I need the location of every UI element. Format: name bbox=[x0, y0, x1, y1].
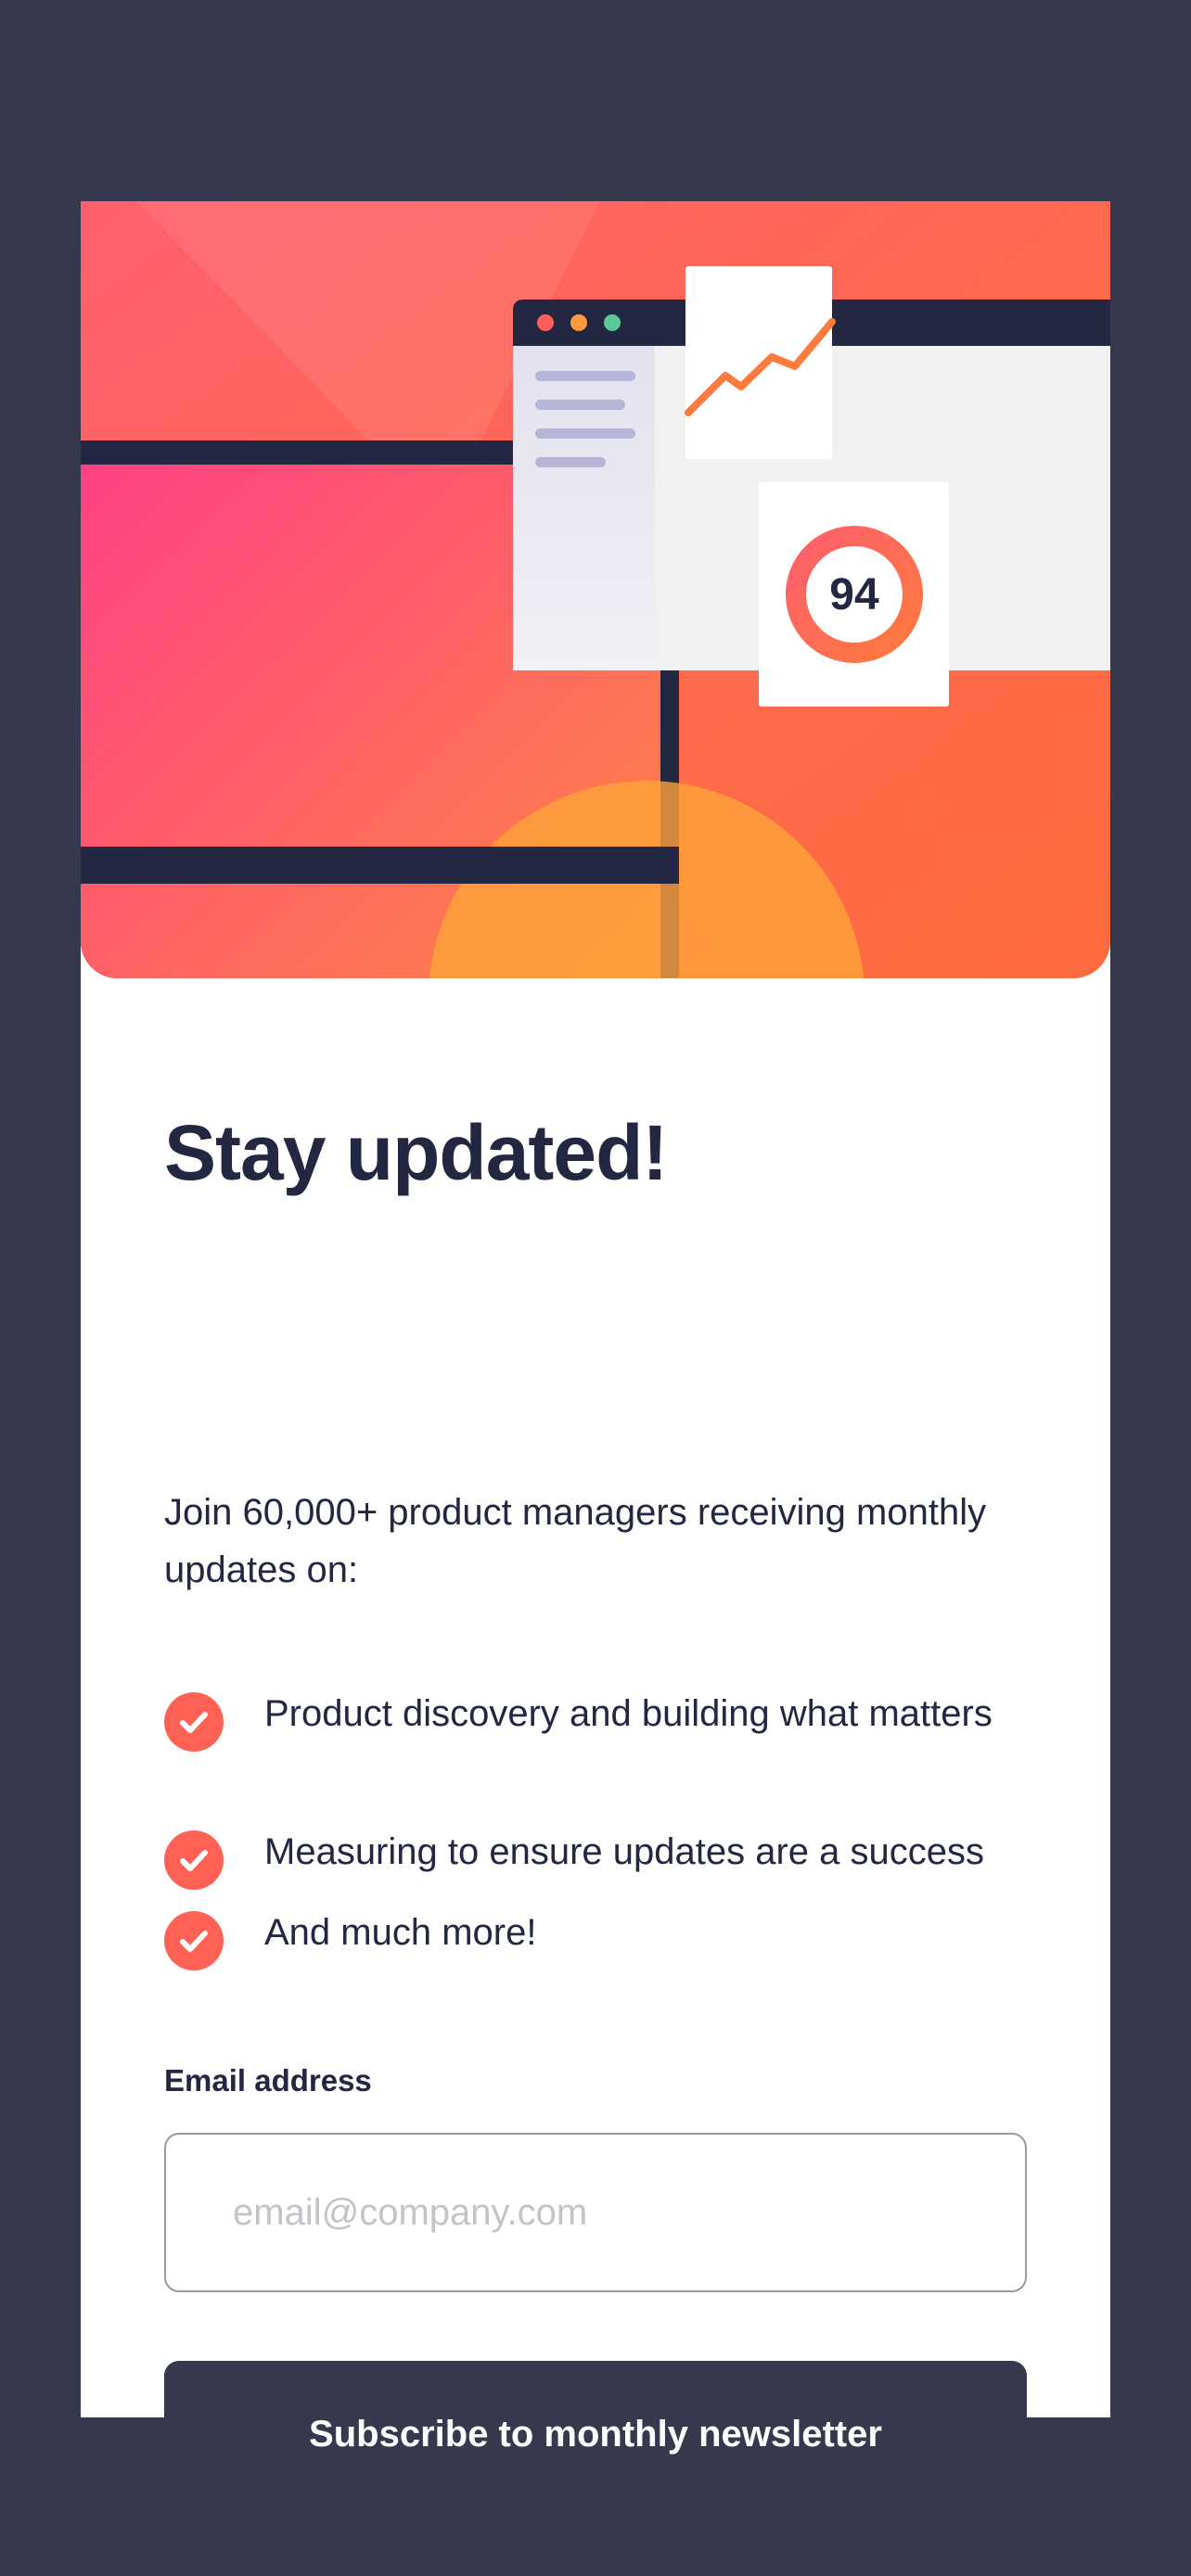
feature-text: Measuring to ensure updates are a succes… bbox=[264, 1831, 984, 1872]
email-field[interactable] bbox=[164, 2133, 1027, 2292]
feature-item: Product discovery and building what matt… bbox=[164, 1685, 1101, 1752]
hero-illustration: 94 bbox=[81, 201, 1110, 978]
feature-text: And much more! bbox=[264, 1912, 537, 1953]
email-label: Email address bbox=[164, 2063, 372, 2098]
checkmark-circle-icon bbox=[164, 1911, 224, 1970]
feature-item: Measuring to ensure updates are a succes… bbox=[164, 1823, 1101, 1890]
score-value: 94 bbox=[829, 570, 879, 619]
newsletter-card: 94 Stay updated! Join 60,000+ product ma… bbox=[81, 201, 1110, 2507]
analytics-dashboard-illustration: 94 bbox=[81, 201, 1110, 978]
feature-item: And much more! bbox=[164, 1904, 1101, 1970]
checkmark-circle-icon bbox=[164, 1830, 224, 1890]
subscribe-button[interactable]: Subscribe to monthly newsletter bbox=[164, 2361, 1027, 2507]
intro-text: Join 60,000+ product managers receiving … bbox=[164, 1492, 987, 1590]
page-title: Stay updated! bbox=[164, 1109, 668, 1196]
checkmark-circle-icon bbox=[164, 1692, 224, 1752]
feature-text: Product discovery and building what matt… bbox=[264, 1693, 992, 1734]
